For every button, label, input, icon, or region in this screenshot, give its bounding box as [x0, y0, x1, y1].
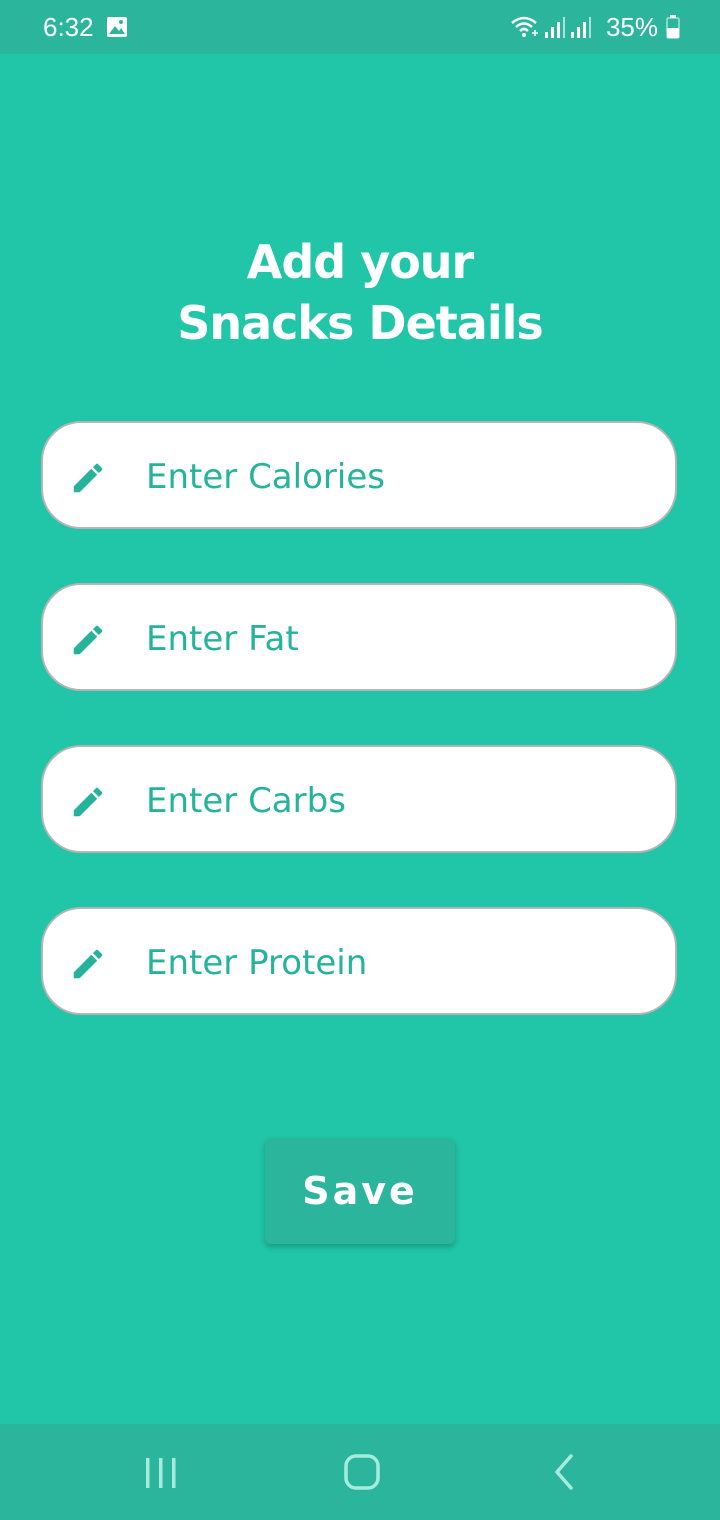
status-right: 35%: [510, 12, 680, 42]
fat-placeholder: Enter Fat: [146, 619, 299, 659]
fat-field[interactable]: Enter Fat: [41, 583, 677, 691]
signal-icon: [544, 17, 565, 38]
pencil-icon: [73, 625, 103, 655]
signal-icon: [570, 17, 591, 38]
calories-field[interactable]: Enter Calories: [41, 421, 677, 529]
title-line-1: Add your: [246, 235, 475, 289]
save-button[interactable]: Save: [265, 1138, 455, 1244]
pencil-icon: [73, 949, 103, 979]
battery-percent: 35%: [605, 11, 658, 42]
pencil-icon: [73, 787, 103, 817]
back-icon[interactable]: [535, 1452, 595, 1492]
carbs-field[interactable]: Enter Carbs: [41, 745, 677, 853]
wifi-icon: [511, 16, 538, 37]
battery-icon: [666, 15, 680, 39]
image-icon: [107, 17, 127, 37]
carbs-placeholder: Enter Carbs: [146, 781, 346, 821]
status-time: 6:32: [43, 12, 94, 42]
status-bar: 6:32 35%: [0, 0, 720, 54]
page-title: Add your Snacks Details: [0, 232, 720, 354]
protein-field[interactable]: Enter Protein: [41, 907, 677, 1015]
calories-placeholder: Enter Calories: [146, 457, 385, 497]
nav-bar: [0, 1424, 720, 1520]
recents-icon[interactable]: [132, 1452, 192, 1492]
pencil-icon: [73, 463, 103, 493]
home-icon[interactable]: [333, 1452, 393, 1492]
title-line-2: Snacks Details: [177, 296, 544, 350]
protein-placeholder: Enter Protein: [146, 943, 368, 983]
